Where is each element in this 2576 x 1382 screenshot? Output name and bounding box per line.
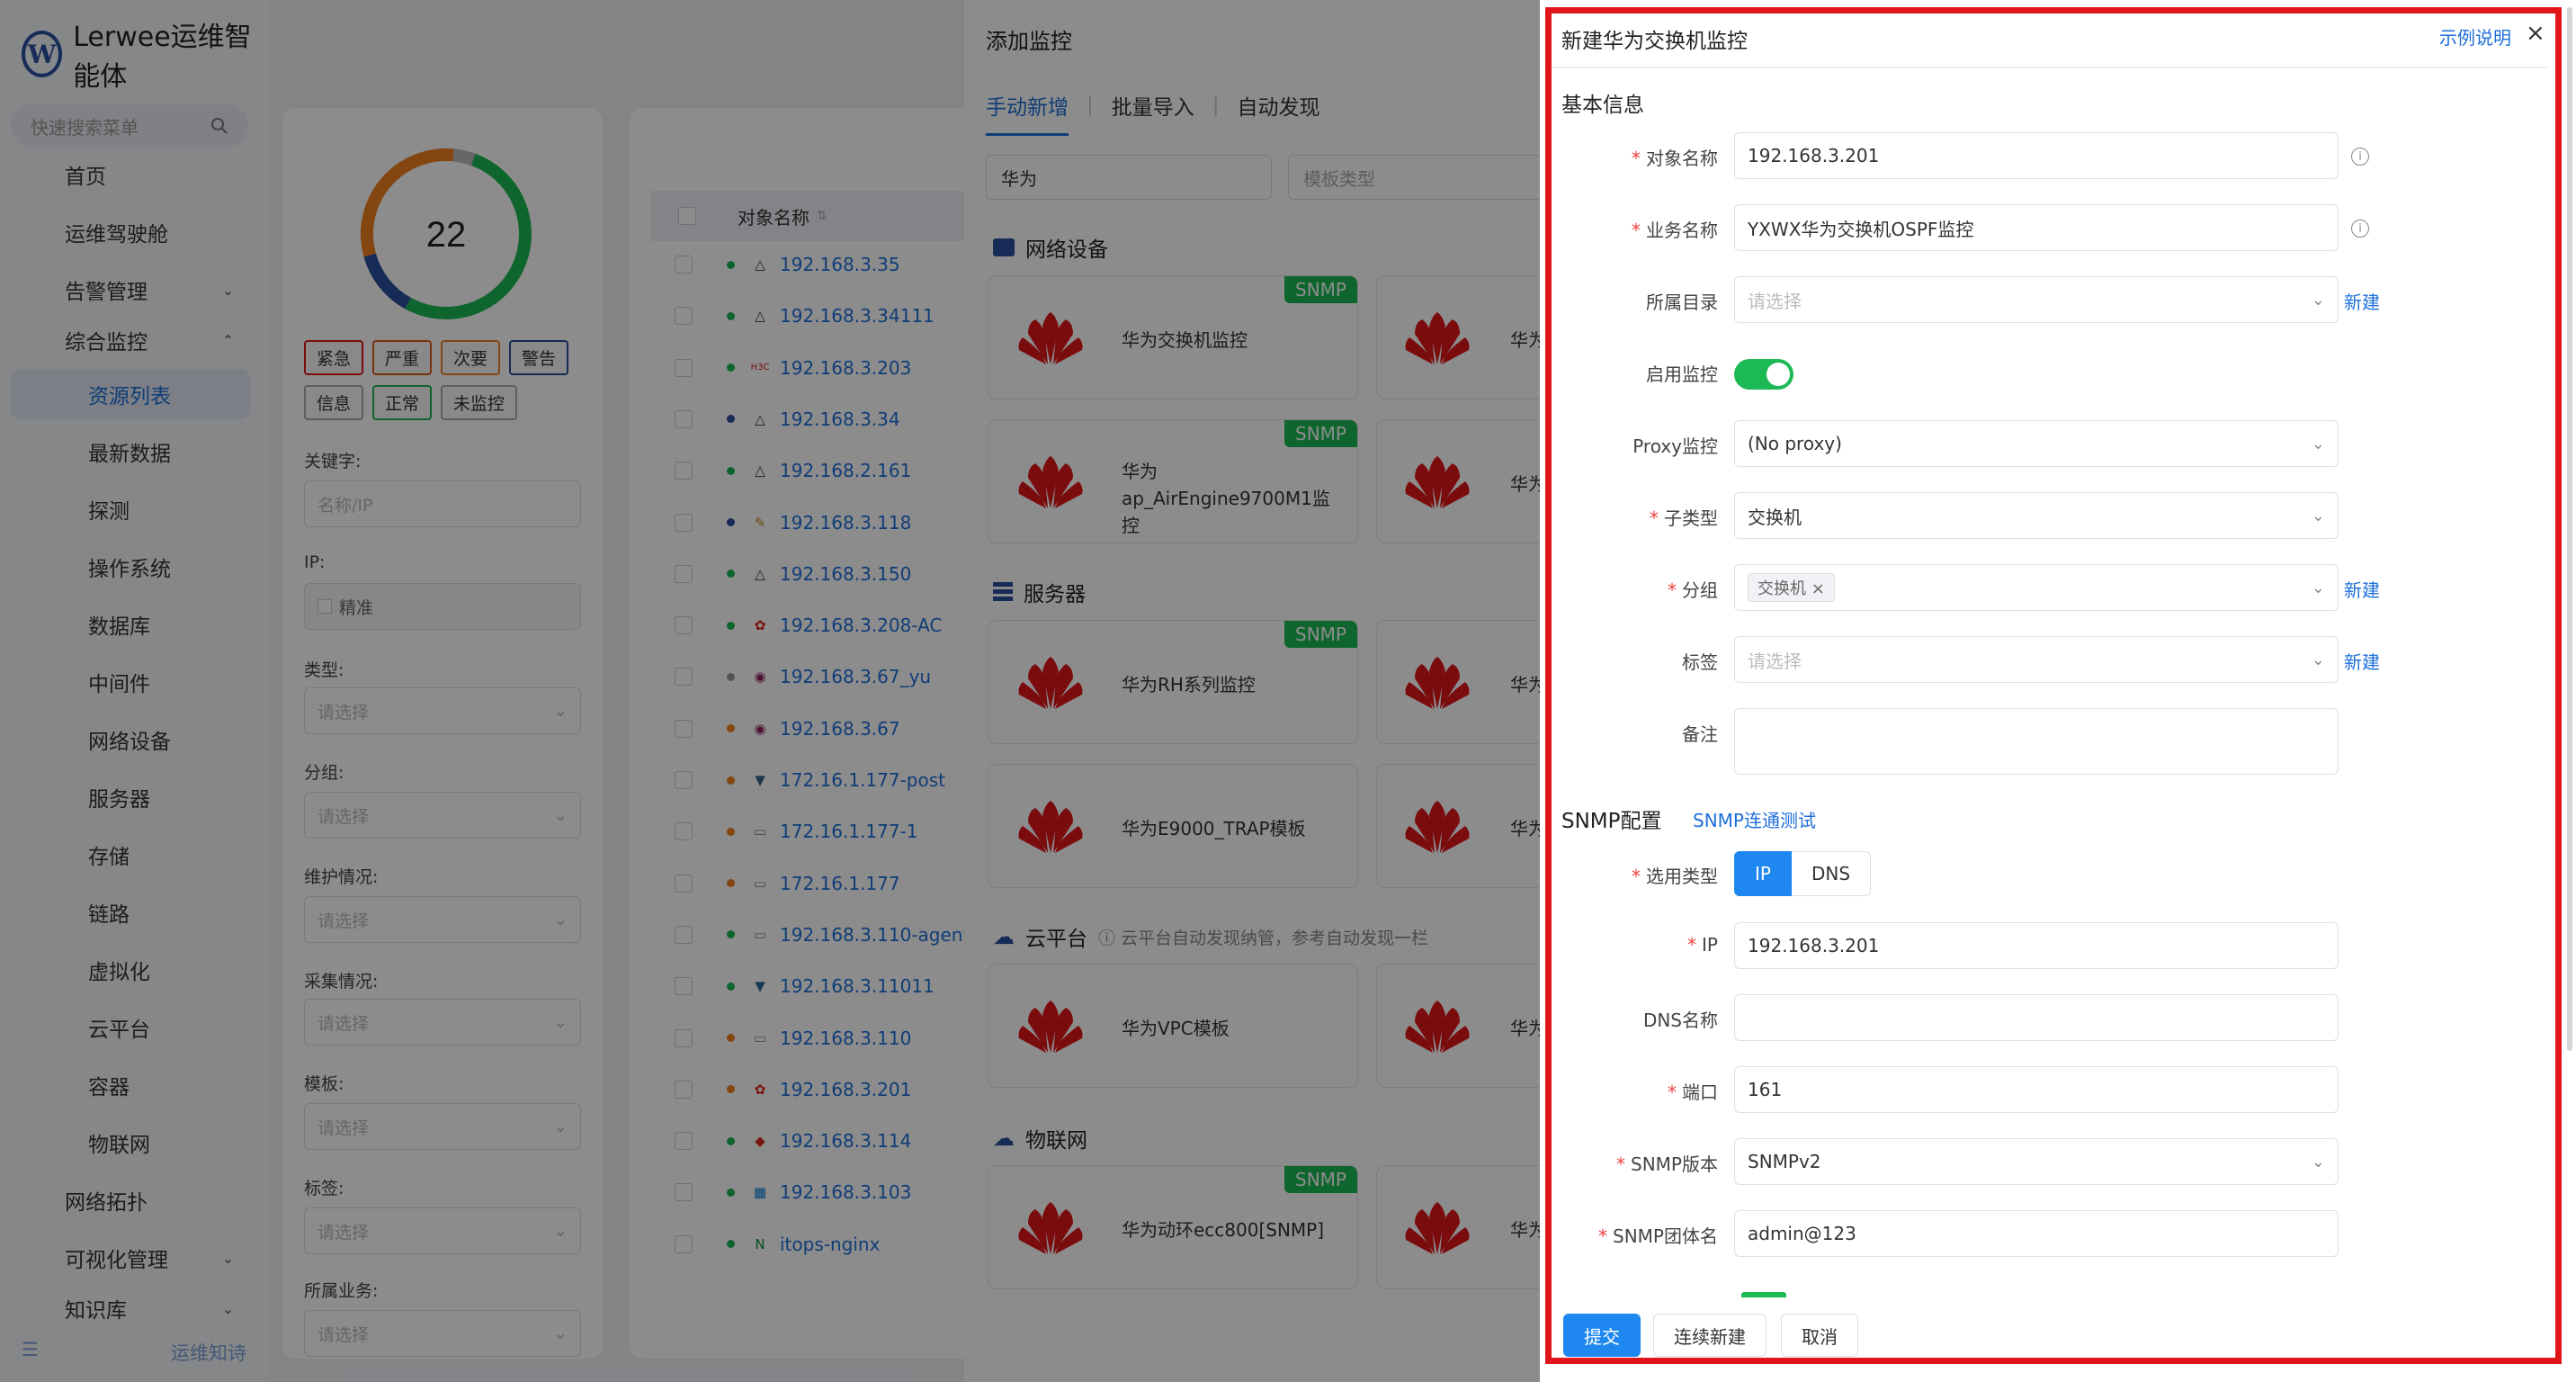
drawer-scrollbar[interactable] [2567, 7, 2572, 1051]
highlight-frame [1545, 7, 2562, 1364]
modal-overlay[interactable] [0, 0, 1540, 1382]
